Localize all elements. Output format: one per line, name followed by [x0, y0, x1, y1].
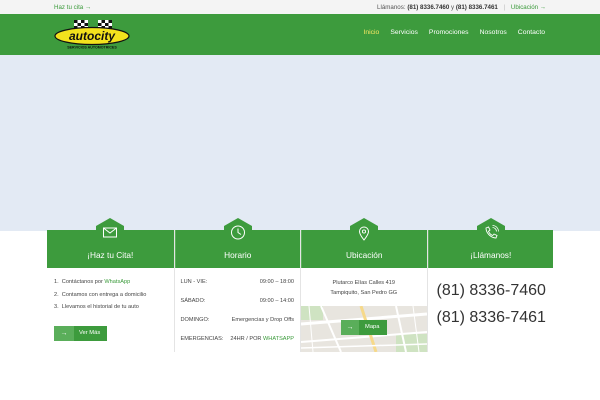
nav-item-nosotros[interactable]: Nosotros: [480, 29, 507, 36]
envelope-icon: [96, 218, 125, 248]
table-row: EMERGENCIAS: 24HR / POR WHATSAPP: [180, 336, 295, 342]
whatsapp-link[interactable]: WhatsApp: [104, 279, 130, 285]
mapa-button[interactable]: → Mapa: [341, 320, 387, 335]
list-item: 2. Contamos con entrega a domicilio: [54, 291, 147, 298]
card-header: Ubicación: [301, 218, 427, 268]
card-horario: Horario LUN - VIE: 09:00 – 18:00 SÁBADO:…: [173, 218, 301, 352]
card-title: ¡Haz tu Cita!: [87, 250, 134, 260]
divider: |: [503, 4, 506, 11]
top-phone-1[interactable]: (81) 8336.7460: [407, 4, 449, 11]
svg-text:SERVICIOS AUTOMOTRICES: SERVICIOS AUTOMOTRICES: [67, 46, 117, 50]
mapa-label: Mapa: [365, 324, 380, 330]
phone-conjunction: y: [451, 4, 455, 11]
address: Plutarco Elías Calles 419 Tampiquito, Sa…: [330, 280, 398, 296]
whatsapp-link[interactable]: WHATSAPP: [263, 336, 294, 342]
ubicacion-link[interactable]: Ubicación →: [511, 4, 546, 11]
top-contact-info: Llámanos: (81) 8336.7460 y (81) 8336.746…: [377, 4, 546, 11]
hours-table: LUN - VIE: 09:00 – 18:00 SÁBADO: 09:00 –…: [181, 279, 295, 355]
card-header: ¡Llámanos!: [427, 218, 553, 268]
nav-item-servicios[interactable]: Servicios: [390, 29, 418, 36]
card-header: ¡Haz tu Cita!: [47, 218, 174, 268]
svg-text:autocity: autocity: [69, 29, 116, 43]
card-llamanos: ¡Llámanos! (81) 8336-7460 (81) 8336-7461: [426, 218, 554, 352]
ver-mas-label: Ver Más: [79, 330, 101, 336]
call-label: Llámanos:: [377, 4, 406, 11]
card-body: Plutarco Elías Calles 419 Tampiquito, Sa…: [301, 268, 427, 352]
card-header: Horario: [174, 218, 300, 268]
card-ubicacion: Ubicación Plutarco Elías Calles 419 Tamp…: [300, 218, 427, 352]
location-map[interactable]: → Mapa: [301, 306, 427, 352]
info-cards: ¡Haz tu Cita! 1. Contáctanos por WhatsAp…: [47, 218, 554, 352]
card-title: Ubicación: [346, 250, 383, 260]
main-nav: autocity SERVICIOS AUTOMOTRICES Inicio S…: [0, 14, 600, 55]
nav-item-promociones[interactable]: Promociones: [429, 29, 469, 36]
list-item: 3. Llevamos el historial de tu auto: [54, 304, 139, 310]
haz-tu-cita-link[interactable]: Haz tu cita →: [54, 4, 91, 11]
phone-number-1[interactable]: (81) 8336-7460: [437, 282, 546, 300]
top-phone-2[interactable]: (81) 8336.7461: [456, 4, 498, 11]
list-item: 1. Contáctanos por WhatsApp: [54, 279, 131, 285]
nav-item-contacto[interactable]: Contacto: [518, 29, 545, 36]
hero-banner: [0, 55, 600, 231]
clock-icon: [223, 218, 252, 248]
nav-menu: Inicio Servicios Promociones Nosotros Co…: [363, 29, 545, 36]
card-haz-tu-cita: ¡Haz tu Cita! 1. Contáctanos por WhatsAp…: [47, 218, 174, 352]
table-row: DOMINGO: Emergencias y Drop Offs: [180, 317, 295, 323]
nav-item-inicio[interactable]: Inicio: [363, 29, 379, 36]
top-bar: Haz tu cita → Llámanos: (81) 8336.7460 y…: [0, 0, 600, 14]
steps-list: 1. Contáctanos por WhatsApp 2. Contamos …: [54, 279, 146, 317]
table-row: SÁBADO: 09:00 – 14:00: [180, 298, 295, 304]
arrow-right-icon: →: [341, 320, 359, 335]
phone-number-2[interactable]: (81) 8336-7461: [437, 309, 546, 327]
ver-mas-button[interactable]: → Ver Más: [54, 326, 107, 341]
table-row: LUN - VIE: 09:00 – 18:00: [180, 279, 295, 285]
card-body: LUN - VIE: 09:00 – 18:00 SÁBADO: 09:00 –…: [175, 268, 301, 352]
phone-call-icon: [476, 218, 505, 248]
card-body: 1. Contáctanos por WhatsApp 2. Contamos …: [47, 268, 174, 352]
arrow-right-icon: →: [54, 326, 74, 341]
map-pin-icon: [350, 218, 379, 248]
card-body: (81) 8336-7460 (81) 8336-7461: [428, 268, 554, 352]
card-title: ¡Llámanos!: [470, 250, 512, 260]
card-title: Horario: [224, 250, 252, 260]
autocity-logo[interactable]: autocity SERVICIOS AUTOMOTRICES: [54, 20, 132, 50]
